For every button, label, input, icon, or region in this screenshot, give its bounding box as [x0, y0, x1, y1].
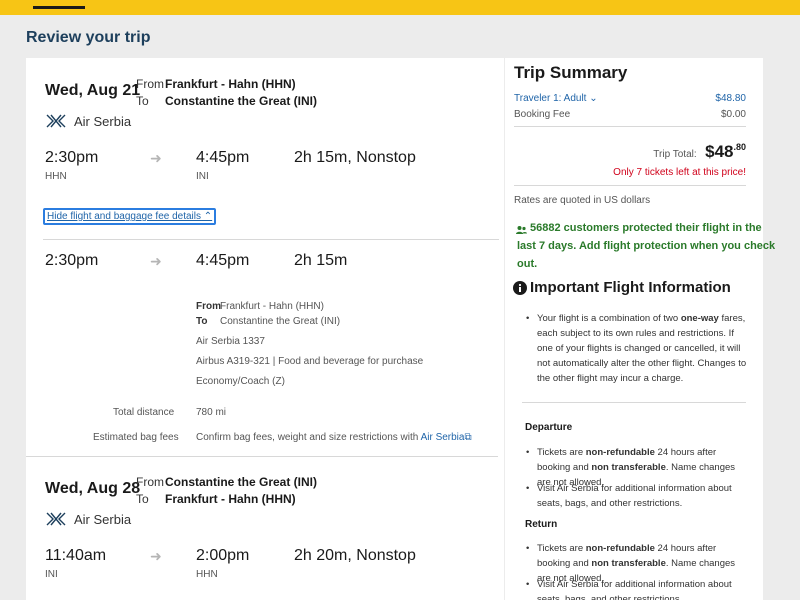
detail-to-label: To — [196, 316, 208, 327]
info-bullet-bold: one-way — [680, 313, 719, 324]
air-serbia-logo-icon — [45, 112, 67, 135]
arrow-right-icon: ➜ — [150, 253, 162, 269]
outbound-arrive-code: INI — [196, 171, 209, 182]
departure-bullet-visit: Visit Air Serbia for additional informat… — [526, 481, 749, 511]
external-link-icon: ⧉ — [464, 432, 472, 443]
detail-flight-number: Air Serbia 1337 — [196, 336, 265, 347]
divider — [514, 126, 746, 127]
return-depart-code: INI — [45, 569, 58, 580]
tickets-left-warning: Only 7 tickets left at this price! — [613, 167, 746, 178]
bullet-text: Tickets are — [537, 543, 584, 554]
trip-summary-panel: Trip Summary Traveler 1: Adult ⌄ $48.80 … — [505, 58, 775, 600]
trip-total-cents: .80 — [733, 142, 746, 152]
bullet-bold: non-refundable — [585, 447, 655, 458]
outbound-from-label: From — [136, 77, 164, 91]
arrow-right-icon: ➜ — [150, 150, 162, 166]
return-duration: 2h 20m, Nonstop — [294, 547, 416, 564]
return-arrive-code: HHN — [196, 569, 218, 580]
bullet-bold: non transferable — [591, 558, 666, 569]
air-serbia-logo-icon — [45, 510, 67, 533]
return-depart-time: 11:40am — [45, 547, 107, 564]
bullet-bold: non-refundable — [585, 543, 655, 554]
arrow-right-icon: ➜ — [150, 548, 162, 564]
outbound-from-airport: Frankfurt - Hahn (HHN) — [165, 77, 296, 91]
detail-cabin: Economy/Coach (Z) — [196, 376, 285, 387]
chevron-up-icon: ⌃ — [201, 211, 213, 222]
page-title: Review your trip — [26, 29, 151, 46]
divider — [43, 239, 499, 240]
departure-heading: Departure — [525, 422, 573, 433]
active-tab-indicator — [33, 6, 85, 9]
protect-line-2: last 7 days. Add flight protection when … — [517, 240, 776, 252]
return-arrive-time: 2:00pm — [196, 547, 250, 564]
booking-fee-value: $0.00 — [720, 109, 746, 120]
return-date: Wed, Aug 28 — [45, 480, 141, 497]
summary-title: Trip Summary — [514, 63, 628, 82]
return-from-label: From — [136, 475, 164, 489]
return-bullet-visit: Visit Air Serbia for additional informat… — [526, 577, 749, 600]
detail-duration: 2h 15m — [294, 252, 348, 269]
booking-fee-label: Booking Fee — [514, 109, 571, 120]
traveler-price: $48.80 — [715, 93, 746, 104]
info-bullet-combination: Your flight is a combination of two one-… — [526, 311, 747, 386]
traveler-label: Traveler 1: Adult — [514, 93, 587, 104]
info-bullet-text: Your flight is a combination of two — [537, 313, 679, 324]
bag-fees-description: Confirm bag fees, weight and size restri… — [196, 432, 419, 443]
bag-fees-text: Confirm bag fees, weight and size restri… — [196, 432, 472, 443]
trip-total-label: Trip Total: — [653, 149, 697, 160]
trip-total-dollars: $48 — [705, 142, 734, 161]
important-info-title: Important Flight Information — [530, 279, 731, 296]
chevron-down-icon: ⌄ — [586, 93, 598, 104]
return-heading: Return — [525, 519, 558, 530]
detail-arrive-time: 4:45pm — [196, 252, 250, 269]
outbound-airline: Air Serbia — [74, 114, 132, 129]
outbound-date: Wed, Aug 21 — [45, 82, 141, 99]
itinerary-panel: Wed, Aug 21 From Frankfurt - Hahn (HHN) … — [26, 58, 504, 600]
divider — [522, 402, 746, 403]
divider — [26, 456, 498, 457]
airline-bag-link[interactable]: Air Serbia — [421, 432, 465, 443]
hide-details-label: Hide flight and baggage fee details — [47, 211, 202, 222]
outbound-depart-code: HHN — [45, 171, 67, 182]
info-icon — [513, 281, 527, 300]
protect-line-3: out. — [517, 258, 538, 270]
detail-from-airport: Frankfurt - Hahn (HHN) — [220, 301, 324, 312]
distance-value: 780 mi — [196, 407, 227, 418]
detail-to-airport: Constantine the Great (INI) — [220, 316, 341, 327]
return-airline: Air Serbia — [74, 512, 132, 527]
detail-depart-time: 2:30pm — [45, 252, 99, 269]
outbound-duration: 2h 15m, Nonstop — [294, 149, 416, 166]
return-to-airport: Frankfurt - Hahn (HHN) — [165, 492, 296, 506]
return-from-airport: Constantine the Great (INI) — [165, 475, 318, 489]
return-to-label: To — [136, 492, 149, 506]
detail-from-label: From — [196, 301, 221, 312]
trip-total: Trip Total: $48.80 — [653, 142, 746, 162]
protect-line-1: 56882 customers protected their flight i… — [530, 222, 762, 234]
divider — [514, 185, 746, 186]
bag-fees-label: Estimated bag fees — [93, 432, 179, 443]
bullet-text: Tickets are — [537, 447, 584, 458]
bullet-bold: non transferable — [591, 462, 666, 473]
hide-details-link[interactable]: Hide flight and baggage fee details ⌃ — [43, 208, 217, 225]
distance-label: Total distance — [113, 407, 175, 418]
outbound-to-airport: Constantine the Great (INI) — [165, 94, 318, 108]
outbound-depart-time: 2:30pm — [45, 149, 99, 166]
outbound-arrive-time: 4:45pm — [196, 149, 250, 166]
traveler-toggle[interactable]: Traveler 1: Adult ⌄ — [514, 93, 598, 104]
top-bar — [0, 0, 800, 15]
currency-note: Rates are quoted in US dollars — [514, 195, 651, 206]
outbound-to-label: To — [136, 94, 149, 108]
detail-aircraft: Airbus A319-321 | Food and beverage for … — [196, 356, 424, 367]
